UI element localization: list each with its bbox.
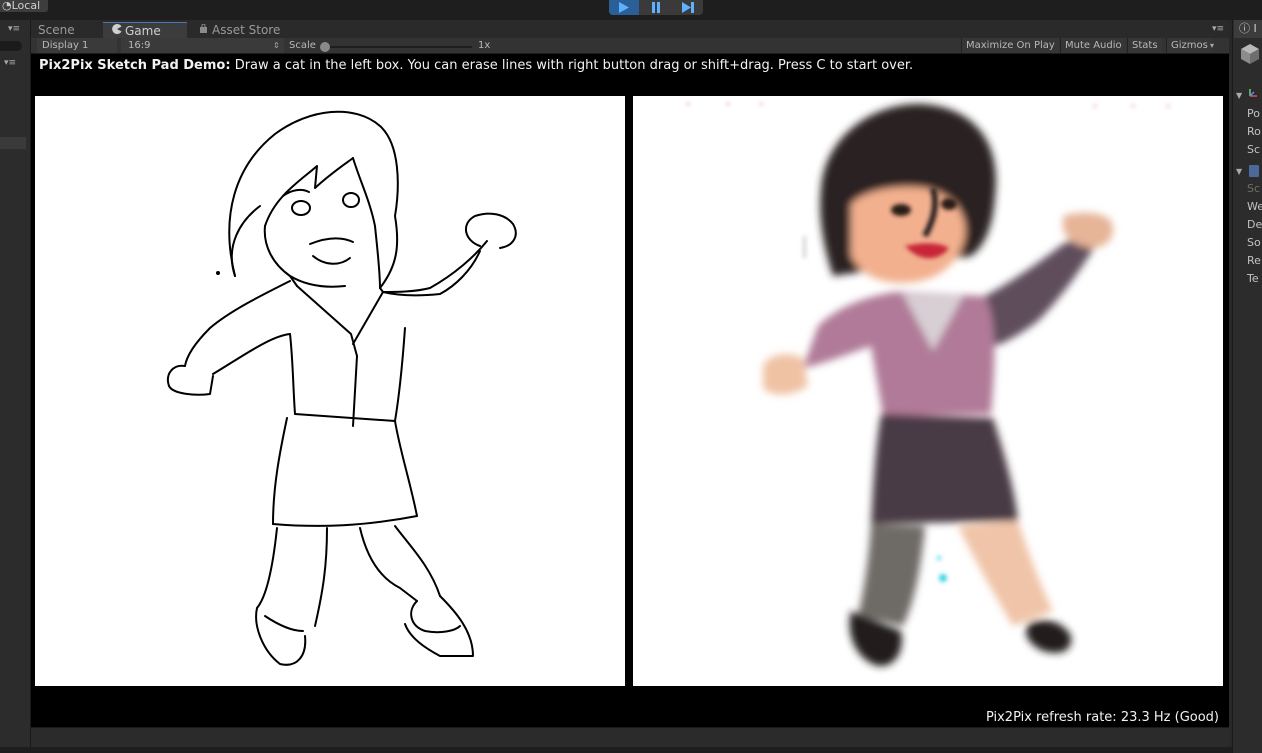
hierarchy-menu-icon[interactable]: ▾≡ <box>8 24 20 34</box>
demo-title: Pix2Pix Sketch Pad Demo: <box>39 58 231 73</box>
step-button[interactable] <box>673 0 703 15</box>
transform-scale-label: Sc <box>1247 143 1261 156</box>
scale-value: 1x <box>478 40 491 51</box>
generated-person-image <box>686 102 1170 667</box>
hierarchy-search-input[interactable] <box>0 41 22 51</box>
transform-position-label: Po <box>1247 107 1260 120</box>
script-icon <box>1249 165 1259 177</box>
sketch-drawing <box>167 110 517 666</box>
tab-context-menu-icon[interactable]: ▾≡ <box>1212 24 1224 34</box>
scale-slider-track[interactable] <box>320 46 472 48</box>
maximize-on-play-toggle[interactable]: Maximize On Play <box>961 38 1059 53</box>
hierarchy-selected-row[interactable] <box>0 137 26 149</box>
hierarchy-create-menu-icon[interactable]: ▾≡ <box>4 58 26 68</box>
re-field-label: Re <box>1247 254 1261 267</box>
bottom-panel-bar <box>31 727 1229 748</box>
stats-toggle[interactable]: Stats <box>1127 38 1162 53</box>
layers-label: Local <box>11 0 41 12</box>
hierarchy-panel <box>0 20 31 753</box>
editor-tab-bar <box>31 20 1229 38</box>
play-button[interactable] <box>609 0 639 15</box>
tab-inspector[interactable]: ⓘ I <box>1234 20 1262 38</box>
demo-instructions-text: Draw a cat in the left box. You can eras… <box>230 58 914 73</box>
chevron-down-icon: ▾ <box>1210 41 1215 50</box>
transform-foldout-toggle[interactable]: ▼ <box>1236 91 1242 100</box>
mute-audio-toggle[interactable]: Mute Audio <box>1060 38 1126 53</box>
scale-slider-thumb[interactable] <box>320 42 330 52</box>
script-foldout-toggle[interactable]: ▼ <box>1236 167 1242 176</box>
pause-icon <box>652 2 660 13</box>
info-icon: ⓘ <box>1239 22 1250 35</box>
scale-label: Scale <box>289 40 316 51</box>
sketch-canvas[interactable] <box>35 96 625 686</box>
pause-button[interactable] <box>641 0 671 15</box>
layers-dropdown[interactable]: ◔Local <box>0 0 48 12</box>
tab-scene[interactable]: Scene <box>38 22 75 38</box>
step-icon <box>682 2 694 13</box>
script-field-label: Sc <box>1247 182 1261 195</box>
transform-rotation-label: Ro <box>1247 125 1261 138</box>
tab-asset-store[interactable]: Asset Store <box>212 22 280 38</box>
play-icon <box>619 2 629 13</box>
aspect-ratio-dropdown[interactable]: 16:9 <box>121 38 284 53</box>
so-field-label: So <box>1247 236 1261 249</box>
status-bar <box>0 747 1262 753</box>
te-field-label: Te <box>1247 272 1259 285</box>
weights-field-label: We <box>1247 200 1262 213</box>
de-field-label: De <box>1247 218 1262 231</box>
transform-axis-icon <box>1249 89 1257 97</box>
pacman-icon <box>112 24 122 34</box>
inspector-tab-label: I <box>1253 22 1257 35</box>
demo-instructions: Pix2Pix Sketch Pad Demo: Draw a cat in t… <box>39 57 1219 75</box>
bag-icon <box>200 24 207 33</box>
refresh-rate-label: Pix2Pix refresh rate: 23.3 Hz (Good) <box>985 710 1219 725</box>
gizmos-dropdown[interactable]: Gizmos <box>1166 38 1212 53</box>
dropdown-arrows-icon: ⇕ <box>273 41 280 50</box>
pix2pix-output-image <box>633 96 1223 686</box>
cube-icon <box>1241 44 1259 64</box>
display-dropdown[interactable]: Display 1 <box>37 38 117 53</box>
